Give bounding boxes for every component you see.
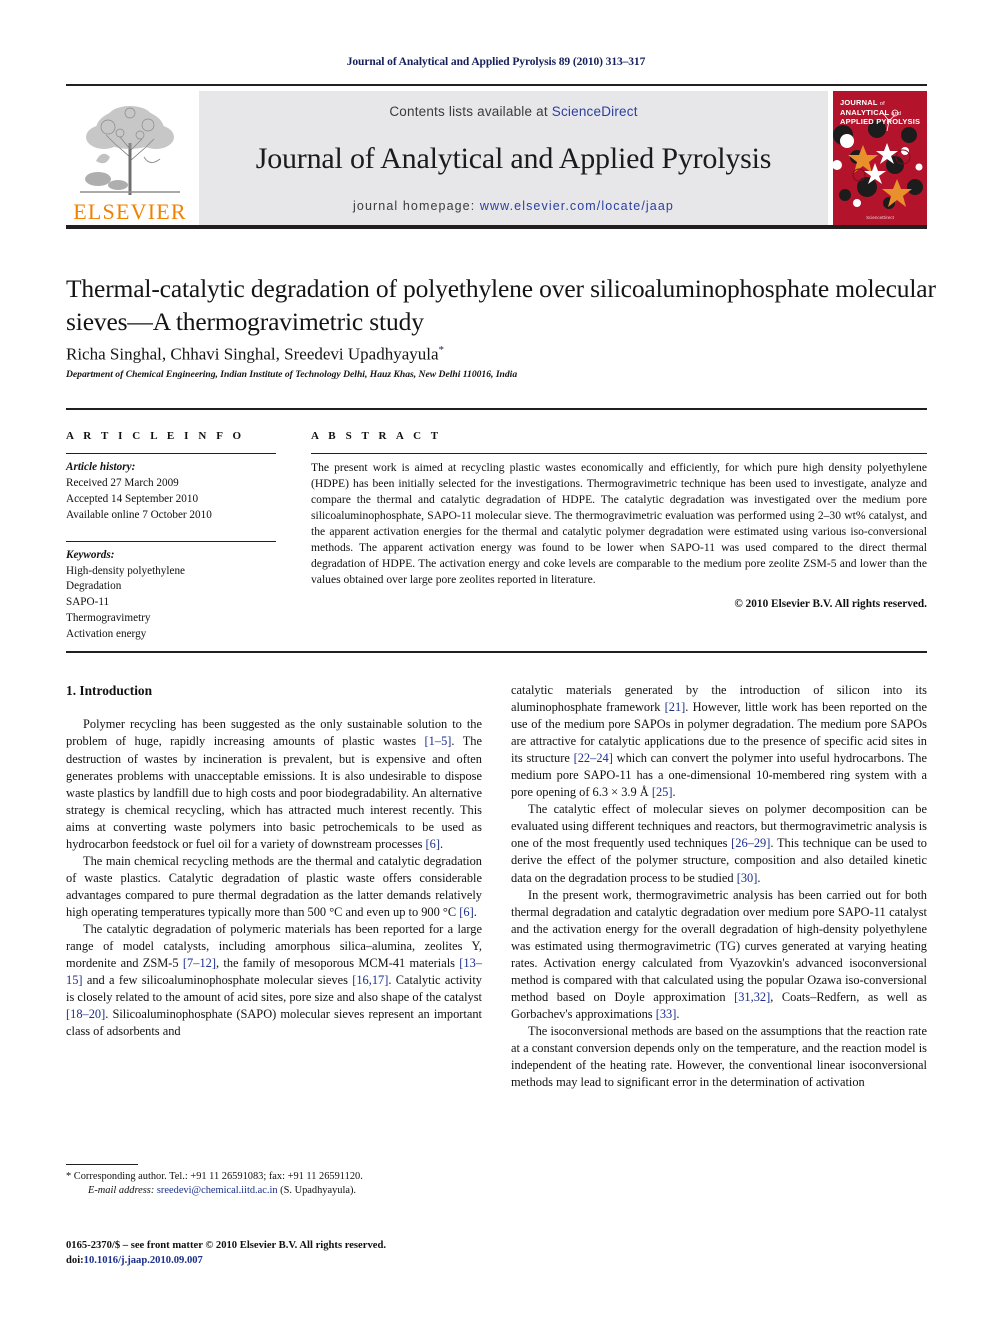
article-history-block: Article history: Received 27 March 2009 …	[66, 460, 276, 524]
doi-line: doi:10.1016/j.jaap.2010.09.007	[66, 1254, 526, 1269]
abstract-copyright: © 2010 Elsevier B.V. All rights reserved…	[734, 597, 927, 610]
journal-homepage-link[interactable]: www.elsevier.com/locate/jaap	[480, 199, 674, 213]
author-names: Richa Singhal, Chhavi Singhal, Sreedevi …	[66, 344, 439, 364]
body-column-left: 1. Introduction Polymer recycling has be…	[66, 682, 482, 1040]
keyword-item: SAPO-11	[66, 596, 110, 609]
elsevier-wordmark: ELSEVIER	[73, 199, 187, 224]
doi-label: doi:	[66, 1254, 84, 1266]
cover-title: JOURNAL of ANALYTICAL and APPLIED PYROLY…	[840, 98, 921, 127]
paragraph: The isoconversional methods are based on…	[511, 1023, 927, 1090]
keyword-item: Thermogravimetry	[66, 612, 151, 625]
abstract-heading: A B S T R A C T	[311, 430, 442, 442]
keyword-item: Activation energy	[66, 628, 147, 641]
paragraph: Polymer recycling has been suggested as …	[66, 717, 482, 851]
email-line: E-mail address: sreedevi@chemical.iitd.a…	[66, 1184, 482, 1198]
email-link[interactable]: sreedevi@chemical.iitd.ac.in	[157, 1185, 278, 1196]
email-label: E-mail address:	[88, 1185, 155, 1197]
paragraph: The catalytic degradation of polymeric m…	[66, 921, 483, 1039]
elsevier-tree-icon	[74, 99, 186, 200]
paragraph: catalytic materials generated by the int…	[511, 683, 927, 800]
keywords-block: Keywords: High-density polyethylene Degr…	[66, 548, 276, 643]
issn-copyright-line: 0165-2370/$ – see front matter © 2010 El…	[66, 1240, 386, 1251]
email-suffix: (S. Upadhyayula).	[277, 1185, 357, 1197]
keyword-item: Degradation	[66, 580, 122, 593]
journal-homepage-line: journal homepage: www.elsevier.com/locat…	[353, 199, 674, 213]
paragraph: In the present work, thermogravimetric a…	[511, 887, 927, 1021]
author-list: Richa Singhal, Chhavi Singhal, Sreedevi …	[66, 344, 936, 365]
running-head: Journal of Analytical and Applied Pyroly…	[346, 56, 646, 68]
paper-page: Journal of Analytical and Applied Pyroly…	[0, 0, 992, 1323]
article-title: Thermal-catalytic degradation of polyeth…	[66, 274, 936, 337]
history-accepted: Accepted 14 September 2010	[66, 492, 199, 505]
history-received: Received 27 March 2009	[66, 476, 179, 489]
affiliation: Department of Chemical Engineering, Indi…	[66, 369, 518, 380]
sciencedirect-link[interactable]: ScienceDirect	[552, 104, 638, 119]
article-history-label: Article history:	[66, 461, 136, 473]
footnote-rule	[66, 1164, 138, 1165]
cover-footer-label: ScienceDirect	[866, 215, 894, 220]
article-info-abstract-panel: A R T I C L E I N F O Article history: R…	[66, 408, 927, 653]
doi-link[interactable]: 10.1016/j.jaap.2010.09.007	[84, 1255, 203, 1266]
article-info-column: A R T I C L E I N F O Article history: R…	[66, 430, 298, 643]
keywords-divider	[66, 540, 276, 542]
journal-cover-thumbnail: JOURNAL of ANALYTICAL and APPLIED PYROLY…	[833, 91, 927, 225]
paragraph: The main chemical recycling methods are …	[66, 853, 482, 919]
corresponding-author-marker: *	[438, 344, 445, 356]
section-heading-introduction: 1. Introduction	[66, 683, 153, 698]
abstract-divider	[311, 453, 927, 454]
corresponding-author-footnote: * Corresponding author. Tel.: +91 11 265…	[66, 1164, 482, 1198]
elsevier-logo: ELSEVIER	[66, 91, 194, 225]
article-info-heading: A R T I C L E I N F O	[66, 430, 245, 442]
abstract-text: The present work is aimed at recycling p…	[311, 461, 927, 586]
journal-title: Journal of Analytical and Applied Pyroly…	[255, 142, 772, 175]
corresponding-author-line: * Corresponding author. Tel.: +91 11 265…	[66, 1171, 363, 1182]
abstract-column: A B S T R A C T The present work is aime…	[298, 430, 927, 643]
imprint-block: 0165-2370/$ – see front matter © 2010 El…	[66, 1239, 526, 1268]
contents-prefix: Contents lists available at	[389, 104, 552, 119]
keyword-item: High-density polyethylene	[66, 564, 185, 577]
body-column-right: catalytic materials generated by the int…	[511, 682, 927, 1091]
sciencedirect-band: Contents lists available at ScienceDirec…	[199, 91, 828, 225]
journal-masthead: ELSEVIER Contents lists available at Sci…	[66, 84, 927, 229]
paragraph: The catalytic effect of molecular sieves…	[511, 802, 927, 885]
contents-available-line: Contents lists available at ScienceDirec…	[389, 104, 637, 119]
homepage-prefix: journal homepage:	[353, 199, 480, 213]
history-available-online: Available online 7 October 2010	[66, 508, 212, 521]
article-info-divider	[66, 453, 276, 454]
keywords-label: Keywords:	[66, 548, 115, 561]
